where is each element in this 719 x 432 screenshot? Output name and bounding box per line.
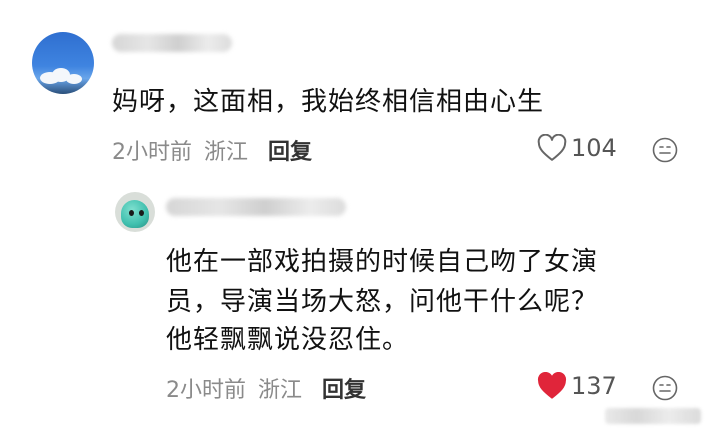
smiley-face-icon[interactable] [651, 374, 679, 402]
comment-text: 妈呀，这面相，我始终相信相由心生 [112, 87, 545, 117]
like-count: 104 [571, 134, 617, 162]
reply-button[interactable]: 回复 [268, 134, 312, 166]
comment-meta: 2小时前 浙江 回复 [112, 134, 312, 166]
reply-button[interactable]: 回复 [322, 372, 366, 404]
heart-outline-icon [537, 134, 567, 161]
reply-location: 浙江 [258, 378, 303, 403]
avatar[interactable] [32, 32, 94, 94]
like-button[interactable]: 137 [537, 372, 617, 400]
comment-location: 浙江 [204, 140, 249, 165]
username-blurred[interactable] [166, 198, 346, 216]
heart-filled-icon [537, 372, 567, 399]
avatar[interactable] [115, 192, 155, 232]
username-blurred[interactable] [112, 34, 232, 52]
comment-time: 2小时前 [112, 140, 192, 165]
like-count: 137 [571, 372, 617, 400]
reply-time: 2小时前 [166, 378, 246, 403]
watermark-blurred [605, 408, 701, 424]
reply-text-line-3: 他轻飘飘说没忍住。 [166, 325, 410, 355]
reply-text-line-2: 员，导演当场大怒，问他干什么呢？ [166, 287, 599, 317]
reply-text-line-1: 他在一部戏拍摄的时候自己吻了女演 [166, 247, 599, 277]
like-button[interactable]: 104 [537, 134, 617, 162]
reply-meta: 2小时前 浙江 回复 [166, 372, 366, 404]
smiley-face-icon[interactable] [651, 136, 679, 164]
